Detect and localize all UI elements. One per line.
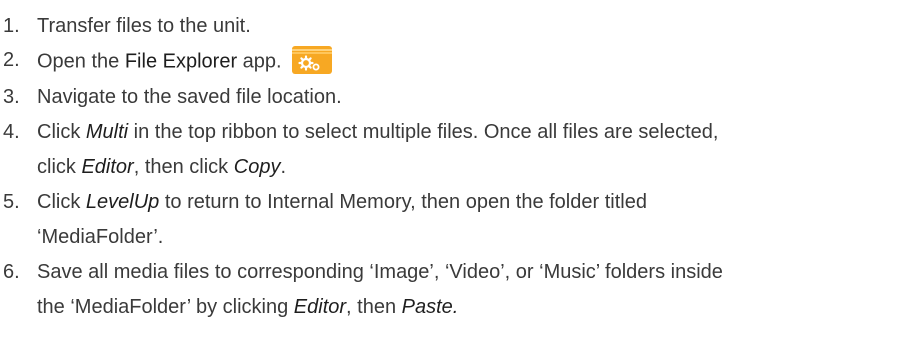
step-text-line-2: click Editor, then click Copy. — [37, 156, 287, 178]
paste-command: Paste. — [401, 296, 459, 318]
step-text-line-2: the ‘MediaFolder’ by clicking Editor, th… — [37, 296, 459, 318]
step-text-line-2: ‘MediaFolder’. — [37, 226, 164, 248]
step-text-line-1: Click LevelUp to return to Internal Memo… — [37, 191, 647, 213]
step-text: Open the File Explorer app. — [37, 46, 332, 76]
step-number: 4. — [3, 121, 20, 143]
instructions-list: 1. Transfer files to the unit. 2. Open t… — [0, 0, 904, 354]
step-text-line-1: Click Multi in the top ribbon to select … — [37, 121, 719, 143]
step-text: Navigate to the saved file location. — [37, 86, 342, 108]
step-text: Transfer files to the unit. — [37, 15, 251, 37]
step-text-line-1: Save all media files to corresponding ‘I… — [37, 261, 723, 283]
app-name: File Explorer — [124, 50, 238, 73]
step-number: 3. — [3, 86, 20, 108]
editor-command: Editor — [293, 296, 347, 318]
multi-command: Multi — [85, 121, 129, 143]
step-number: 6. — [3, 261, 20, 283]
levelup-command: LevelUp — [85, 191, 160, 213]
file-explorer-app-icon — [291, 46, 332, 74]
step-number: 5. — [3, 191, 20, 213]
editor-command: Editor — [81, 156, 134, 178]
step-number: 2. — [3, 49, 20, 71]
step-number: 1. — [3, 15, 20, 37]
copy-command: Copy — [233, 156, 281, 178]
